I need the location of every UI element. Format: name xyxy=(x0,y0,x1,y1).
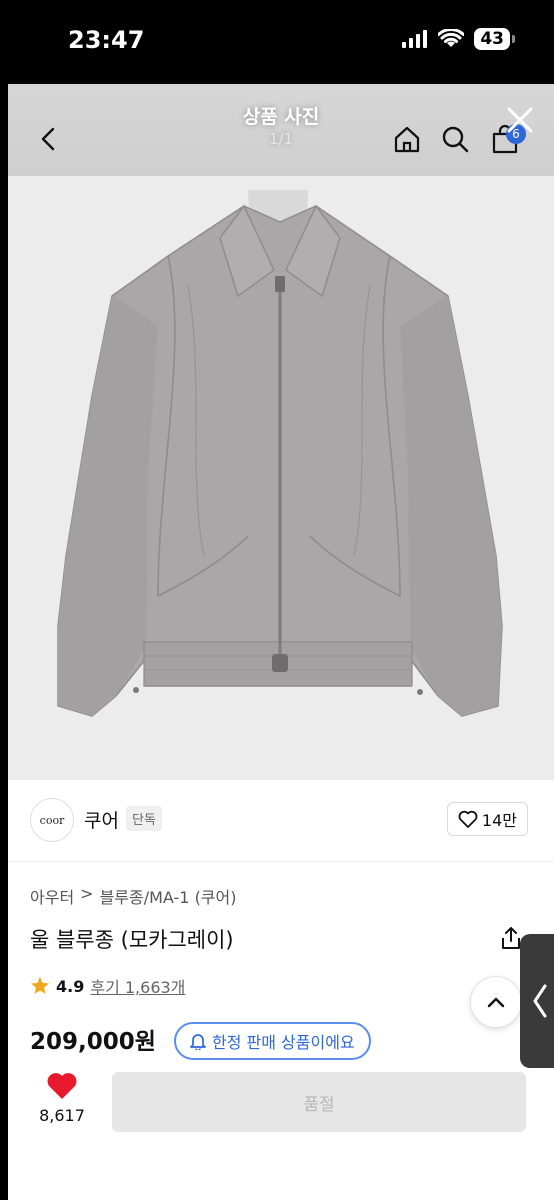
heart-outline-icon xyxy=(458,810,478,828)
rating-row: 4.9 후기 1,663개 xyxy=(30,974,185,998)
status-bar: 23:47 43 xyxy=(0,0,554,84)
rating-score: 4.9 xyxy=(56,976,85,996)
chevron-up-icon xyxy=(487,997,505,1008)
product-name: 울 블루종 (모카그레이) xyxy=(30,928,234,952)
review-link[interactable]: 후기 1,663개 xyxy=(90,974,185,998)
battery-icon: 43 xyxy=(474,28,515,50)
header: 상품 사진 1/1 6 xyxy=(8,84,554,176)
status-time: 23:47 xyxy=(68,26,145,54)
breadcrumb: 아우터 > 블루종/MA-1 (쿠어) xyxy=(30,884,237,908)
soldout-button[interactable]: 품절 xyxy=(112,1072,526,1132)
exclusive-badge: 단독 xyxy=(126,806,162,831)
product-photo-screen: 상품 사진 1/1 6 coor 쿠어 단독 14만 아우터 > 블루종/MA-… xyxy=(8,84,554,1200)
product-image xyxy=(8,176,554,780)
limited-sale-label: 한정 판매 상품이에요 xyxy=(212,1033,355,1052)
product-price: 209,000원 xyxy=(30,1029,156,1055)
limited-sale-badge: 한정 판매 상품이에요 xyxy=(174,1022,371,1060)
signal-icon xyxy=(402,30,428,48)
heart-filled-icon xyxy=(47,1073,77,1099)
product-like-count: 8,617 xyxy=(39,1106,85,1125)
phone-screen: 23:47 43 상품 사진 1/1 6 coor 쿠어 단독 14만 아우터 … xyxy=(0,0,554,1200)
bell-icon xyxy=(190,1034,206,1050)
breadcrumb-subcategory[interactable]: 블루종/MA-1 (쿠어) xyxy=(100,884,237,908)
chevron-left-icon xyxy=(533,984,547,1018)
brand-logo-text: coor xyxy=(39,813,65,827)
jacket-illustration xyxy=(8,176,554,780)
scroll-top-button[interactable] xyxy=(470,976,522,1028)
star-icon xyxy=(31,977,49,994)
breadcrumb-separator: > xyxy=(80,884,94,903)
status-icons: 43 xyxy=(402,28,515,50)
side-panel-handle[interactable] xyxy=(520,934,554,1068)
close-icon[interactable] xyxy=(504,104,536,136)
share-icon[interactable] xyxy=(500,926,522,950)
breadcrumb-category[interactable]: 아우터 xyxy=(30,884,74,908)
brand-name[interactable]: 쿠어 xyxy=(84,806,119,833)
brand-like-button[interactable]: 14만 xyxy=(446,802,528,836)
wifi-icon xyxy=(438,29,465,47)
brand-logo[interactable]: coor xyxy=(30,798,74,842)
page-title: 상품 사진 xyxy=(242,106,320,128)
photo-counter: 1/1 xyxy=(268,130,294,148)
brand-like-count: 14만 xyxy=(481,811,517,830)
brand-row[interactable]: coor 쿠어 단독 14만 xyxy=(8,780,554,862)
product-like-button[interactable]: 8,617 xyxy=(30,1072,94,1125)
